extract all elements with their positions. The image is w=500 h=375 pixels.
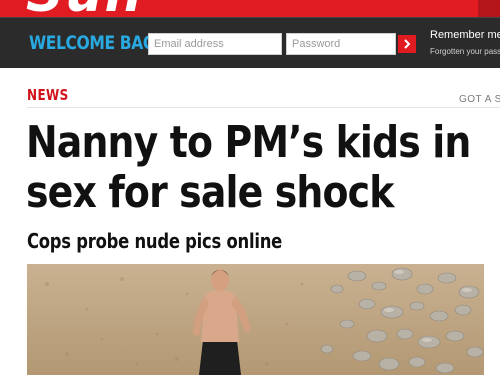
section-label-news[interactable]: NEWS	[27, 86, 69, 104]
password-field[interactable]	[286, 33, 396, 55]
beach-photo-illustration	[27, 264, 484, 375]
section-divider	[27, 107, 500, 108]
headline-line-2: sex for sale shock	[26, 167, 394, 218]
article-headline: Nanny to PM’s kids in sex for sale shock	[26, 117, 471, 218]
got-a-story-link[interactable]: GOT A S	[459, 94, 500, 105]
forgotten-password-link[interactable]: Forgotten your pass	[430, 47, 500, 56]
article-photo[interactable]	[27, 264, 484, 375]
email-field[interactable]	[148, 33, 282, 55]
masthead-corner	[478, 0, 500, 17]
chevron-right-icon	[404, 39, 411, 49]
login-bar: WELCOME BACK Remember me Forgotten your …	[0, 17, 500, 68]
headline-line-1: Nanny to PM’s kids in	[26, 117, 471, 168]
masthead: Sun	[0, 0, 500, 17]
article-standfirst: Cops probe nude pics online	[27, 229, 283, 253]
login-submit-button[interactable]	[398, 35, 416, 53]
remember-me-label[interactable]: Remember me	[430, 29, 500, 41]
welcome-back-label: WELCOME BACK	[29, 32, 166, 54]
sun-logo[interactable]: Sun	[26, 0, 144, 17]
